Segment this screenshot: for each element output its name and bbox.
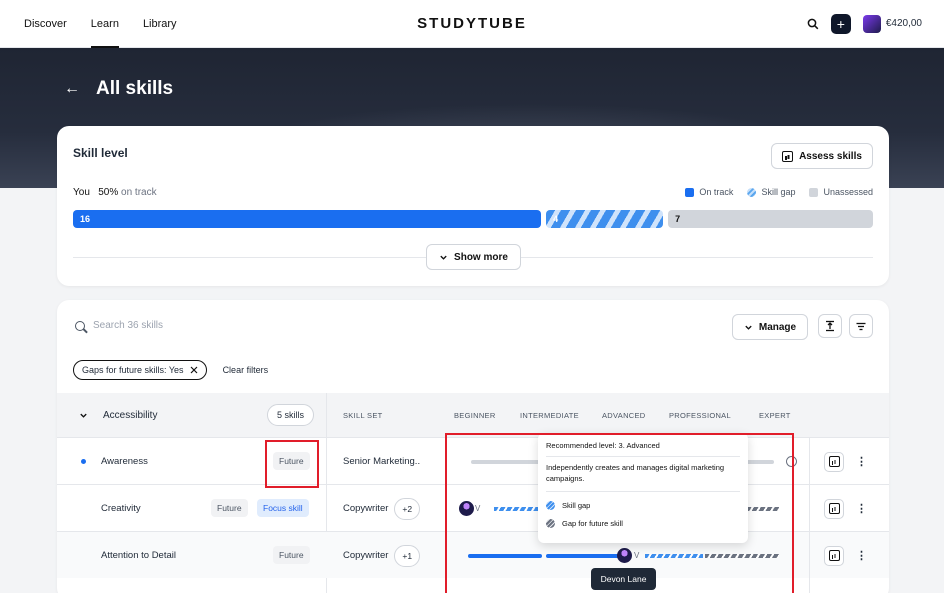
filter-chip[interactable]: Gaps for future skills: Yes <box>73 360 207 380</box>
future-tag: Future <box>211 499 248 517</box>
column-expert: EXPERT <box>759 410 791 420</box>
search-placeholder: Search 36 skills <box>93 320 164 331</box>
highlight-level-area <box>445 433 794 593</box>
focus-skill-tag: Focus skill <box>257 499 309 517</box>
row-actions: ⋮ <box>824 532 867 579</box>
skill-progress-bar: 16 4 7 <box>73 210 873 228</box>
unassessed-swatch <box>809 187 819 197</box>
filter-icon <box>856 322 866 331</box>
assess-row-button[interactable] <box>824 545 844 566</box>
skill-level-card: Skill level Assess skills You 50% on tra… <box>57 126 889 286</box>
chart-icon <box>828 456 840 467</box>
page-title: All skills <box>96 78 174 99</box>
legend: On track Skill gap Unassessed <box>685 187 873 197</box>
actions-divider <box>809 437 810 593</box>
wallet-balance[interactable]: €420,00 <box>862 14 922 33</box>
table-header: Accessibility 5 skills SKILL SET BEGINNE… <box>57 393 889 437</box>
group-header[interactable]: Accessibility <box>79 393 157 437</box>
column-intermediate: INTERMEDIATE <box>520 410 579 420</box>
top-navigation: Discover Learn Library STUDYTUBE + €420,… <box>0 0 944 48</box>
active-filters: Gaps for future skills: Yes Clear filter… <box>73 360 268 380</box>
legend-skill-gap-label: Skill gap <box>761 187 796 197</box>
legend-on-track-label: On track <box>699 187 734 197</box>
column-professional: PROFESSIONAL <box>669 410 731 420</box>
skill-gap-segment[interactable]: 4 <box>546 210 664 228</box>
column-advanced: ADVANCED <box>602 410 646 420</box>
chart-icon <box>782 150 794 162</box>
expand-icon <box>826 320 834 332</box>
more-options-icon[interactable]: ⋮ <box>856 502 867 515</box>
assess-skills-button[interactable]: Assess skills <box>771 143 873 169</box>
more-options-icon[interactable]: ⋮ <box>856 455 867 468</box>
show-more-label: Show more <box>454 251 508 263</box>
on-track-percentage: 50% <box>98 187 119 198</box>
group-count-badge: 5 skills <box>267 404 315 426</box>
you-label: You <box>73 187 90 198</box>
on-track-segment[interactable]: 16 <box>73 210 542 228</box>
close-icon[interactable] <box>190 366 198 374</box>
search-icon <box>75 320 85 331</box>
page-title-row: ← All skills <box>64 78 173 100</box>
clear-filters-link[interactable]: Clear filters <box>223 365 269 375</box>
highlight-future-tag <box>265 440 319 488</box>
legend-unassessed: Unassessed <box>809 187 873 197</box>
row-actions: ⋮ <box>824 485 867 532</box>
skill-set-cell: Senior Marketing.. <box>343 438 420 485</box>
balance-text: €420,00 <box>885 18 922 29</box>
assess-row-button[interactable] <box>824 451 844 472</box>
chevron-down-icon <box>80 413 87 418</box>
add-button[interactable]: + <box>830 13 851 34</box>
nav-discover[interactable]: Discover <box>24 0 79 48</box>
skill-set-name: Copywriter <box>343 503 389 514</box>
skill-gap-swatch <box>747 187 757 197</box>
more-skill-sets-badge[interactable]: +2 <box>394 497 421 520</box>
on-track-label: on track <box>121 187 157 198</box>
column-skill-set: SKILL SET <box>343 410 383 420</box>
filter-chip-label: Gaps for future skills: Yes <box>82 365 184 375</box>
nav-library[interactable]: Library <box>131 0 189 48</box>
skill-name: Attention to Detail <box>101 550 176 561</box>
nav-learn[interactable]: Learn <box>79 0 131 48</box>
skill-set-cell: Copywriter +2 <box>343 485 421 532</box>
group-name: Accessibility <box>103 409 158 421</box>
you-summary: You 50% on track <box>73 187 157 198</box>
assess-row-button[interactable] <box>824 498 844 519</box>
avatar <box>862 14 881 33</box>
search-icon[interactable] <box>807 18 819 30</box>
search-input[interactable]: Search 36 skills <box>75 320 163 331</box>
expand-collapse-button[interactable] <box>818 314 842 338</box>
manage-label: Manage <box>758 321 797 333</box>
chart-icon <box>828 550 840 561</box>
unassessed-segment[interactable]: 7 <box>668 210 873 228</box>
row-actions: ⋮ <box>824 438 867 485</box>
more-skill-sets-badge[interactable]: +1 <box>394 544 421 567</box>
nav-links: Discover Learn Library <box>24 0 189 48</box>
chevron-down-icon <box>440 255 447 260</box>
back-arrow-icon[interactable]: ← <box>64 80 80 98</box>
legend-unassessed-label: Unassessed <box>823 187 873 197</box>
nav-right: + €420,00 <box>807 13 922 34</box>
show-more-button[interactable]: Show more <box>426 244 521 270</box>
on-track-swatch <box>685 187 695 197</box>
chevron-down-icon <box>745 325 752 330</box>
future-tag: Future <box>273 546 310 564</box>
logo[interactable]: STUDYTUBE <box>417 15 527 32</box>
skill-name: Awareness <box>101 456 148 467</box>
manage-button[interactable]: Manage <box>732 314 808 340</box>
assess-skills-label: Assess skills <box>799 150 862 162</box>
filter-button[interactable] <box>849 314 873 338</box>
unread-dot <box>81 459 86 464</box>
skill-set-name: Copywriter <box>343 550 389 561</box>
legend-on-track: On track <box>685 187 733 197</box>
more-options-icon[interactable]: ⋮ <box>856 549 867 562</box>
skill-set-name: Senior Marketing.. <box>343 456 421 467</box>
column-beginner: BEGINNER <box>454 410 496 420</box>
skill-level-title: Skill level <box>73 146 128 160</box>
skill-set-cell: Copywriter +1 <box>343 532 421 579</box>
legend-skill-gap: Skill gap <box>747 187 795 197</box>
skill-name: Creativity <box>101 503 141 514</box>
chart-icon <box>828 503 840 514</box>
